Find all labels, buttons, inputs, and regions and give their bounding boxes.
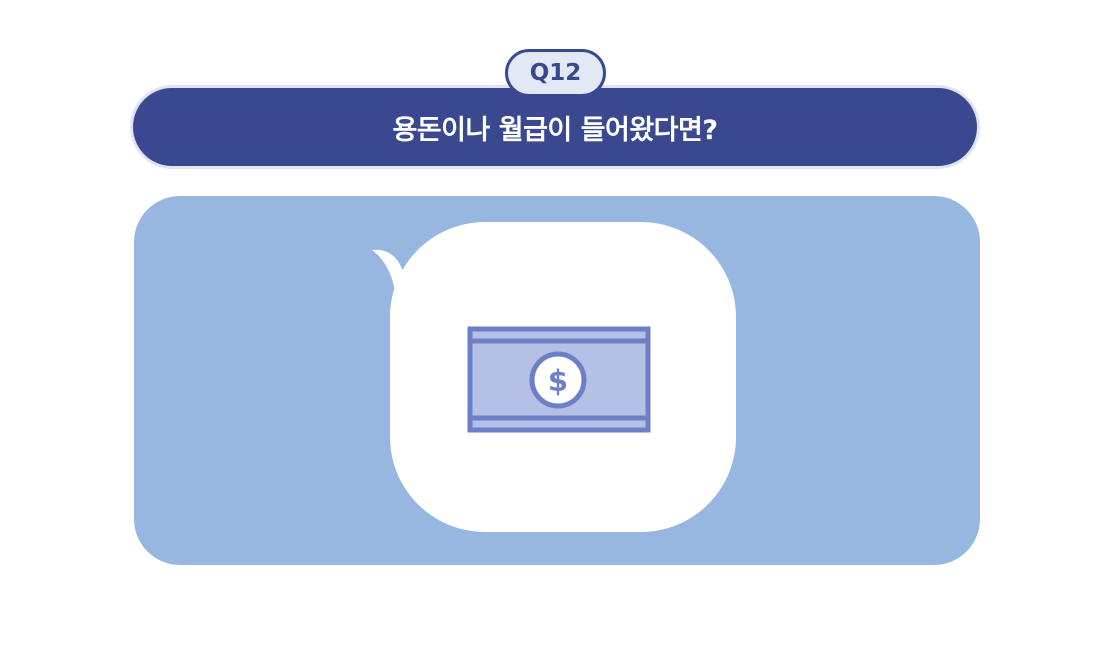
illustration-panel: $ bbox=[134, 196, 980, 565]
question-number-badge: Q12 bbox=[505, 49, 606, 97]
speech-bubble: $ bbox=[372, 222, 736, 532]
dollar-symbol: $ bbox=[548, 364, 568, 398]
question-text: 용돈이나 월급이 들어왔다면? bbox=[392, 114, 718, 146]
dollar-bill-icon: $ bbox=[467, 326, 651, 433]
question-number: Q12 bbox=[529, 60, 582, 86]
question-banner: 용돈이나 월급이 들어왔다면? bbox=[130, 85, 980, 169]
